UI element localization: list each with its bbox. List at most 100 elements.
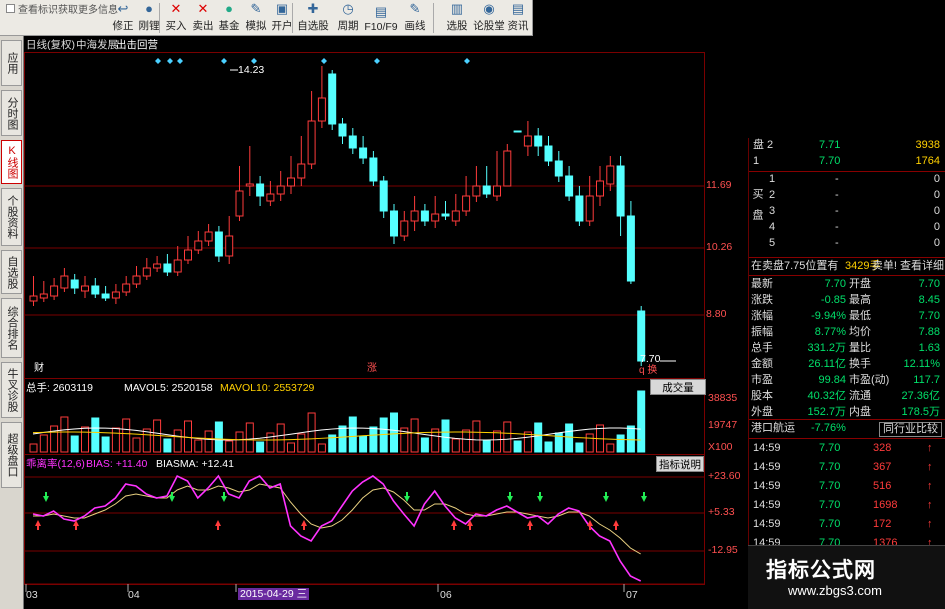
toolbar-button-4[interactable]: ✕ 卖出 [190, 1, 216, 35]
side-tabs: 应用分时图 K线图个股资料自选股综合排名牛叉诊股超级盘口 [0, 36, 24, 609]
stat-row: 总手 331.2万 量比 1.63 [749, 341, 945, 357]
ask-volume: 3938 [915, 139, 940, 151]
quote-panel: 盘 2 7.71 3938 1 7.70 1764 买盘 1-0 2-0 3-0 4-0 5-0 在卖盘… [748, 138, 945, 609]
toolbar-button-14[interactable]: ▤ 资讯 [505, 1, 531, 35]
side-tab-1[interactable]: 应用 [1, 40, 22, 86]
volume-bar [513, 440, 522, 453]
bid-volume: 0 [933, 189, 940, 201]
volume-bar [441, 419, 450, 453]
stat-row: 金额 26.11亿 换手 12.11% [749, 357, 945, 373]
ask-price: 7.71 [819, 139, 841, 151]
bid-row: 2 - 0 [749, 188, 945, 204]
side-tab-6[interactable]: 综合排名 [1, 298, 22, 358]
candle-body [369, 157, 378, 182]
tick-row: 14:59 7.70 367 ↑ [749, 460, 945, 476]
bias-axis-3: -12.95 [708, 544, 738, 556]
toolbar-button-5[interactable]: ● 基金 [216, 1, 242, 35]
toolbar-button-1[interactable]: ↩ 修正 [110, 1, 136, 35]
bias-value: BIAS: +11.40 [86, 458, 148, 470]
candle-body [276, 185, 285, 195]
tick-row: 14:59 7.70 172 ↑ [749, 517, 945, 533]
candle-body [585, 195, 594, 222]
sector-row: 港口航运 -7.76% 同行业比较 [749, 421, 945, 437]
toolbar-button-6[interactable]: ✎ 模拟 [243, 1, 269, 35]
down-arrow-icon [507, 492, 513, 502]
volume-bar [503, 421, 512, 453]
toolbar-button-label: 选股 [446, 20, 468, 32]
bias-axis-1: +23.60 [708, 470, 741, 482]
down-arrow-icon [603, 492, 609, 502]
candle-body [266, 193, 275, 202]
up-arrow-icon [613, 520, 619, 530]
down-arrow-icon [537, 492, 543, 502]
chart-canvas [24, 52, 705, 592]
kline-chart[interactable]: 日线(复权) 中海发展 出击回营 14.23 7.70 11.69 10.26 … [24, 36, 746, 609]
signal-diamond [177, 58, 183, 64]
stat-value: 1.63 [918, 342, 940, 354]
volume-bar [39, 434, 48, 453]
biasma-line [33, 483, 641, 555]
toolbar-button-10[interactable]: ▤ F10/F9 [364, 1, 398, 35]
volume-bar [91, 417, 100, 453]
toolbar-button-9[interactable]: ◷ 周期 [333, 1, 363, 35]
biasma-value: BIASMA: +12.41 [156, 458, 234, 470]
toolbar-icon: ▤ [374, 4, 388, 19]
stat-value: 40.32亿 [807, 390, 846, 402]
indicator-help-button[interactable]: 指标说明 [656, 456, 704, 472]
side-tab-5[interactable]: 自选股 [1, 250, 22, 294]
toolbar-icon: ✎ [250, 1, 262, 16]
toolbar-icon: ◷ [342, 1, 354, 16]
tick-volume: 328 [873, 442, 892, 454]
tick-row: 14:59 7.70 1698 ↑ [749, 498, 945, 514]
toolbar-button-12[interactable]: ▥ 选股 [443, 1, 471, 35]
volume-bar [606, 443, 615, 453]
candle-body [204, 231, 213, 242]
toolbar-button-11[interactable]: ✎ 画线 [400, 1, 430, 35]
divider [749, 438, 945, 439]
stat-label: 外盘 [751, 406, 773, 418]
tick-row: 14:59 7.70 328 ↑ [749, 441, 945, 457]
side-tab-7[interactable]: 牛叉诊股 [1, 362, 22, 418]
volume-bar [317, 443, 326, 453]
bid-level: 5 [769, 237, 776, 249]
side-tab-8[interactable]: 超级盘口 [1, 422, 22, 488]
stat-label: 内盘 [849, 406, 871, 418]
tick-row: 14:59 7.70 516 ↑ [749, 479, 945, 495]
tick-price: 7.70 [819, 461, 841, 473]
side-tab-4[interactable]: 个股资料 [1, 188, 22, 246]
side-tab-2[interactable]: 分时图 [1, 90, 22, 136]
candle-body [256, 183, 265, 197]
toolbar-button-3[interactable]: ✕ 买入 [163, 1, 189, 35]
compare-industry-button[interactable]: 同行业比较 [879, 422, 942, 437]
toolbar-button-8[interactable]: ✚ 自选股 [296, 1, 330, 35]
tick-volume: 516 [873, 480, 892, 492]
watermark: 指标公式网 www.zbgs3.com [748, 545, 945, 609]
stat-value: 12.11% [903, 358, 941, 370]
down-arrow-icon [43, 492, 49, 502]
volume-bar [493, 430, 501, 453]
toolbar-button-label: 基金 [218, 20, 240, 32]
volume-bar [616, 434, 625, 453]
tick-up-arrow-icon: ↑ [927, 499, 933, 511]
signal-diamond [321, 58, 327, 64]
chart-panel-1 [24, 52, 705, 379]
candle-body [29, 295, 38, 302]
stat-value: -9.94% [811, 310, 846, 322]
sector-change: -7.76% [811, 422, 846, 434]
candle-body [493, 185, 501, 197]
bid-level: 4 [769, 221, 776, 233]
volume-indicator-button[interactable]: 成交量 [650, 379, 706, 395]
volume-bar [575, 442, 584, 453]
down-arrow-icon [169, 492, 175, 502]
toolbar-button-13[interactable]: ◉ 论股堂 [473, 1, 505, 35]
stat-label: 最高 [849, 294, 871, 306]
candle-body [307, 120, 316, 165]
candle-body [173, 259, 182, 273]
volume-total: 总手: 2603119 [26, 382, 93, 394]
toolbar-icon: ✕ [197, 1, 209, 16]
candle-body [420, 210, 429, 222]
volume-axis-3: X100 [708, 441, 733, 453]
tick-volume: 1698 [873, 499, 898, 511]
ask-row: 1 7.70 1764 [749, 154, 945, 170]
side-tab-3[interactable]: K线图 [1, 140, 22, 184]
